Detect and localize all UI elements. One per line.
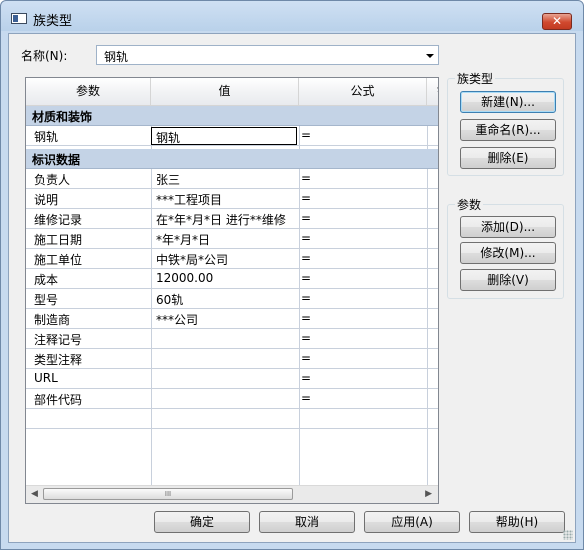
value-cell[interactable]: 12000.00 <box>156 271 213 285</box>
group-header[interactable]: 材质和装饰 <box>26 106 438 126</box>
parameters-table[interactable]: 参数 值 公式 锁 材质和装饰 钢轨 钢轨 = <box>25 77 439 504</box>
table-header: 参数 值 公式 锁 <box>26 78 438 106</box>
param-name: 施工单位 <box>34 253 83 267</box>
value-cell[interactable]: ***工程项目 <box>156 191 222 208</box>
add-parameter-button[interactable]: 添加(D)... <box>460 216 556 238</box>
delete-parameter-button[interactable]: 删除(V) <box>460 269 556 291</box>
table-row[interactable]: 型号 60轨 = <box>26 289 438 309</box>
formula-cell[interactable]: = <box>301 291 311 305</box>
param-name: 说明 <box>34 193 59 207</box>
table-row[interactable]: 施工日期 *年*月*日 = <box>26 229 438 249</box>
value-edit-field[interactable]: 钢轨 <box>151 127 297 145</box>
formula-cell[interactable]: = <box>301 311 311 325</box>
table-row[interactable]: 钢轨 钢轨 = <box>26 126 438 146</box>
formula-cell[interactable]: = <box>301 331 311 345</box>
table-row[interactable]: 制造商 ***公司 = <box>26 309 438 329</box>
table-row[interactable]: 成本 12000.00 = <box>26 269 438 289</box>
table-row[interactable]: 说明 ***工程项目 = <box>26 189 438 209</box>
formula-cell[interactable]: = <box>301 211 311 225</box>
value-cell[interactable]: 在*年*月*日 进行**维修 <box>156 211 286 228</box>
formula-cell[interactable]: = <box>301 171 311 185</box>
dialog-body: 名称(N): 钢轨 参数 值 公式 锁 材质和装饰 钢轨 <box>8 33 576 543</box>
ok-button[interactable]: 确定 <box>154 511 250 533</box>
value-cell[interactable]: 中铁*局*公司 <box>156 251 228 268</box>
scrollbar-thumb[interactable]: III <box>43 488 293 500</box>
parameters-group: 参数 添加(D)... 修改(M)... 删除(V) <box>447 196 564 299</box>
table-row[interactable]: 注释记号 = <box>26 329 438 349</box>
modify-parameter-button[interactable]: 修改(M)... <box>460 242 556 264</box>
param-name: 负责人 <box>34 173 71 187</box>
formula-cell[interactable]: = <box>301 391 311 405</box>
formula-cell[interactable]: = <box>301 128 311 142</box>
param-name: 制造商 <box>34 313 71 327</box>
column-header-parameter[interactable]: 参数 <box>26 78 151 105</box>
param-name: 维修记录 <box>34 213 83 227</box>
help-button[interactable]: 帮助(H) <box>469 511 565 533</box>
table-row[interactable]: 维修记录 在*年*月*日 进行**维修 = <box>26 209 438 229</box>
formula-cell[interactable]: = <box>301 351 311 365</box>
formula-cell[interactable]: = <box>301 191 311 205</box>
param-name: URL <box>34 371 58 385</box>
parameters-group-title: 参数 <box>455 196 484 213</box>
value-cell[interactable]: 张三 <box>156 171 180 188</box>
group-header[interactable]: 标识数据 <box>26 149 438 169</box>
cancel-button[interactable]: 取消 <box>259 511 355 533</box>
value-cell[interactable]: 60轨 <box>156 291 183 308</box>
value-cell[interactable]: *年*月*日 <box>156 231 210 248</box>
close-button[interactable]: ✕ <box>542 13 572 30</box>
param-name: 型号 <box>34 293 59 307</box>
column-header-formula[interactable]: 公式 <box>299 78 427 105</box>
new-type-button[interactable]: 新建(N)... <box>460 91 556 113</box>
name-dropdown[interactable]: 钢轨 <box>96 45 439 65</box>
family-types-group-title: 族类型 <box>455 70 496 87</box>
formula-cell[interactable]: = <box>301 231 311 245</box>
param-name: 部件代码 <box>34 393 83 407</box>
formula-cell[interactable]: = <box>301 251 311 265</box>
value-edit-text: 钢轨 <box>156 131 181 145</box>
column-header-lock[interactable]: 锁 <box>427 78 438 105</box>
table-row[interactable]: 负责人 张三 = <box>26 169 438 189</box>
formula-cell[interactable]: = <box>301 371 311 385</box>
scroll-right-icon[interactable]: ▶ <box>425 489 432 499</box>
param-name: 成本 <box>34 273 59 287</box>
resize-grip-icon[interactable] <box>563 530 573 540</box>
horizontal-scrollbar[interactable]: ◀ III ▶ <box>26 485 438 503</box>
delete-type-button[interactable]: 删除(E) <box>460 147 556 169</box>
value-cell[interactable]: ***公司 <box>156 311 198 328</box>
scroll-left-icon[interactable]: ◀ <box>31 489 38 499</box>
param-name: 施工日期 <box>34 233 83 247</box>
chevron-down-icon[interactable] <box>426 54 434 58</box>
apply-button[interactable]: 应用(A) <box>364 511 460 533</box>
table-row[interactable]: 类型注释 = <box>26 349 438 369</box>
table-row[interactable]: URL = <box>26 369 438 389</box>
name-dropdown-value: 钢轨 <box>104 50 129 64</box>
param-name: 类型注释 <box>34 353 83 367</box>
table-row[interactable] <box>26 409 438 429</box>
rename-type-button[interactable]: 重命名(R)... <box>460 119 556 141</box>
group-title: 标识数据 <box>32 153 81 167</box>
table-row[interactable]: 施工单位 中铁*局*公司 = <box>26 249 438 269</box>
group-title: 材质和装饰 <box>32 110 93 124</box>
formula-cell[interactable]: = <box>301 271 311 285</box>
column-header-value[interactable]: 值 <box>151 78 299 105</box>
family-types-dialog: 族类型 ✕ 名称(N): 钢轨 参数 值 公式 锁 材质和装饰 钢 <box>0 0 584 550</box>
window-icon <box>11 13 27 24</box>
title-bar: 族类型 ✕ <box>1 1 583 33</box>
param-name: 注释记号 <box>34 333 83 347</box>
window-title: 族类型 <box>33 14 73 29</box>
param-name: 钢轨 <box>34 130 59 144</box>
name-label: 名称(N): <box>21 49 68 63</box>
family-types-group: 族类型 新建(N)... 重命名(R)... 删除(E) <box>447 70 564 176</box>
table-row[interactable]: 部件代码 = <box>26 389 438 409</box>
